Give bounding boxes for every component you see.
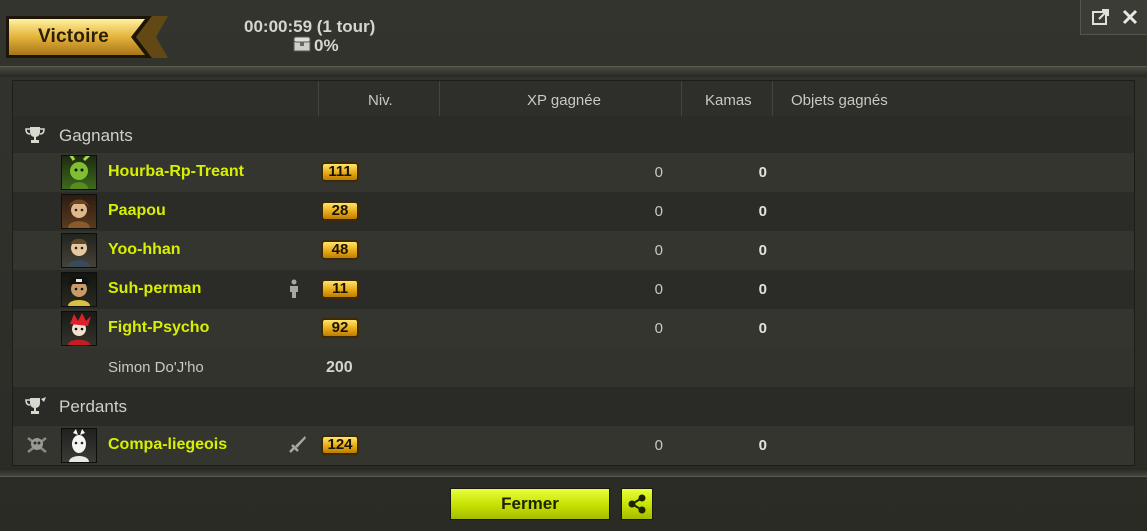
- sword-icon: [287, 435, 307, 460]
- level-badge: 11: [321, 279, 359, 299]
- xp-gained: 0: [654, 437, 663, 454]
- window-controls: [1080, 0, 1147, 35]
- person-icon: [286, 279, 302, 304]
- section-winners: Gagnants: [13, 116, 1134, 155]
- player-name[interactable]: Compa-liegeois: [108, 436, 227, 454]
- xp-gained: 0: [654, 164, 663, 181]
- kamas-gained: 0: [758, 281, 767, 298]
- player-name[interactable]: Yoo-hhan: [108, 241, 181, 259]
- table-row[interactable]: Compa-liegeois 124 0 0: [13, 426, 1134, 465]
- column-header-xp: XP gagnée: [527, 92, 601, 109]
- table-row[interactable]: Hourba-Rp-Treant 111 0 0: [13, 153, 1134, 192]
- table-row[interactable]: Suh-perman 11 0 0: [13, 270, 1134, 309]
- player-name[interactable]: Paapou: [108, 202, 166, 220]
- header: Victoire 00:00:59 (1 tour) 0%: [0, 0, 1147, 72]
- avatar: [61, 428, 97, 463]
- avatar: [61, 233, 97, 268]
- npc-level: 200: [326, 359, 353, 376]
- kamas-gained: 0: [758, 320, 767, 337]
- share-icon: [622, 494, 652, 523]
- kamas-gained: 0: [758, 164, 767, 181]
- column-header-level: Niv.: [368, 92, 393, 109]
- losers-label: Perdants: [59, 397, 128, 416]
- kamas-gained: 0: [758, 437, 767, 454]
- level-badge: 28: [321, 201, 359, 221]
- player-name[interactable]: Suh-perman: [108, 280, 201, 298]
- npc-name: Simon Do'J'ho: [108, 359, 204, 376]
- table-row[interactable]: Paapou 28 0 0: [13, 192, 1134, 231]
- chest-percent: 0%: [314, 36, 339, 55]
- skull-icon: [25, 436, 49, 459]
- result-label: Victoire: [38, 26, 109, 47]
- kamas-gained: 0: [758, 242, 767, 259]
- table-row[interactable]: Yoo-hhan 48 0 0: [13, 231, 1134, 270]
- close-icon[interactable]: [1119, 6, 1141, 28]
- chest-icon: [292, 35, 312, 58]
- xp-gained: 0: [654, 281, 663, 298]
- header-divider: [0, 66, 1147, 77]
- player-name[interactable]: Fight-Psycho: [108, 319, 209, 337]
- xp-gained: 0: [654, 320, 663, 337]
- chest-bonus: 0%: [292, 36, 339, 56]
- level-badge: 124: [321, 435, 359, 455]
- section-losers: Perdants: [13, 387, 1134, 426]
- level-badge: 48: [321, 240, 359, 260]
- level-badge: 92: [321, 318, 359, 338]
- footer-divider: [0, 468, 1147, 477]
- avatar: [61, 194, 97, 229]
- winners-label: Gagnants: [59, 126, 133, 145]
- kamas-gained: 0: [758, 203, 767, 220]
- column-header-items: Objets gagnés: [791, 92, 888, 109]
- column-header-kamas: Kamas: [705, 92, 752, 109]
- player-name[interactable]: Hourba-Rp-Treant: [108, 163, 244, 181]
- share-button[interactable]: [621, 488, 653, 520]
- avatar: [61, 272, 97, 307]
- level-badge: 111: [321, 162, 359, 182]
- result-banner: Victoire: [6, 14, 168, 60]
- xp-gained: 0: [654, 203, 663, 220]
- fight-results-window: Victoire 00:00:59 (1 tour) 0% Niv. XP ga…: [0, 0, 1147, 531]
- close-button[interactable]: Fermer: [450, 488, 610, 520]
- table-row[interactable]: Fight-Psycho 92 0 0: [13, 309, 1134, 348]
- results-table: Niv. XP gagnée Kamas Objets gagnés Gagna…: [12, 80, 1135, 466]
- detach-icon[interactable]: [1090, 6, 1112, 28]
- xp-gained: 0: [654, 242, 663, 259]
- broken-trophy-icon: [25, 397, 47, 420]
- table-row: Simon Do'J'ho 200: [13, 348, 1134, 387]
- avatar: [61, 311, 97, 346]
- avatar: [61, 153, 97, 190]
- trophy-icon: [25, 126, 45, 149]
